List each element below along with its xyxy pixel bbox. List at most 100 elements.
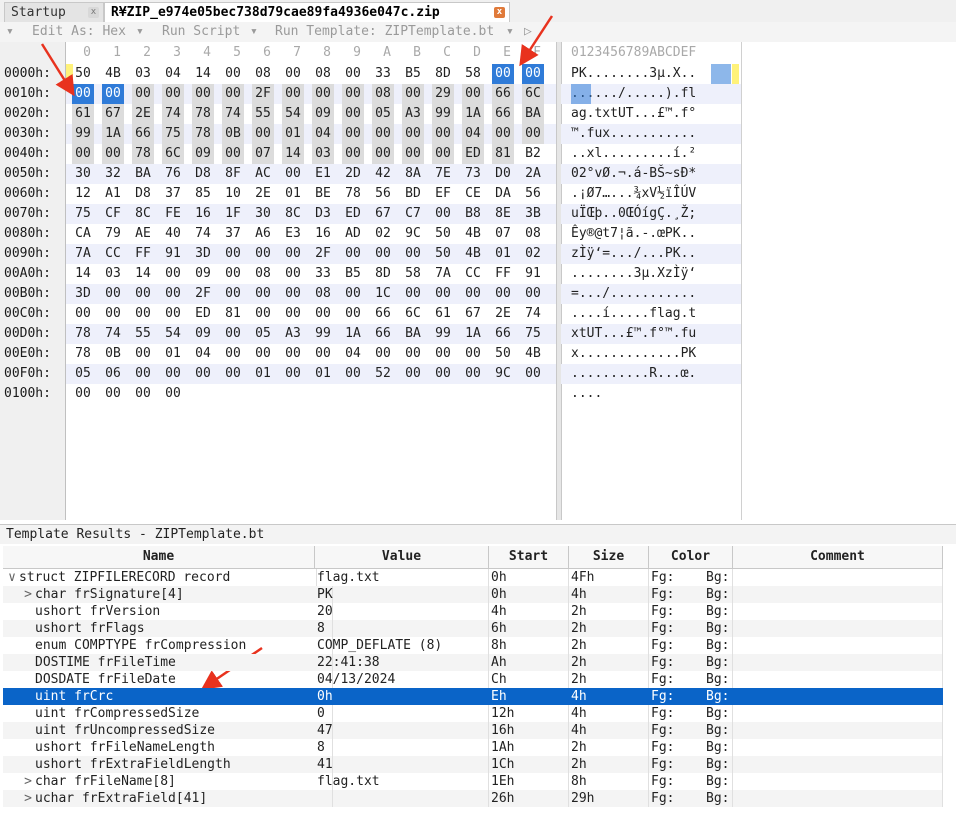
size-cell: 4h xyxy=(571,722,649,739)
size-cell: 2h xyxy=(571,756,649,773)
table-row[interactable]: ushort frVersion 20 4h 2h Fg: Bg: xyxy=(3,603,943,620)
start-cell: 26h xyxy=(491,790,569,807)
start-cell: Ch xyxy=(491,671,569,688)
chevron-right-icon[interactable]: > xyxy=(21,790,35,807)
color-cell[interactable]: Fg: Bg: xyxy=(651,586,733,603)
fg-label: Fg: xyxy=(651,740,675,755)
table-row[interactable]: ushort frExtraFieldLength 41 1Ch 2h Fg: Bg: xyxy=(3,756,943,773)
value-cell: PK xyxy=(317,586,489,603)
name-cell: > char frSignature[4] xyxy=(3,586,333,603)
table-row[interactable]: ushort frFlags 8 6h 2h Fg: Bg: xyxy=(3,620,943,637)
table-row[interactable]: > char frSignature[4] PK 0h 4h Fg: Bg: xyxy=(3,586,943,603)
field-name: uchar frExtraField[41] xyxy=(35,791,208,806)
field-name: DOSTIME frFileTime xyxy=(35,655,176,670)
fg-label: Fg: xyxy=(651,672,675,687)
column-header[interactable]: Name xyxy=(3,546,315,569)
start-cell: 12h xyxy=(491,705,569,722)
bg-label: Bg: xyxy=(706,638,730,653)
bg-label: Bg: xyxy=(706,604,730,619)
comment-cell xyxy=(733,705,943,722)
value-cell: 8 xyxy=(317,739,489,756)
fg-label: Fg: xyxy=(651,774,675,789)
table-row[interactable]: > uchar frExtraField[41] 26h 29h Fg: Bg: xyxy=(3,790,943,807)
color-cell[interactable]: Fg: Bg: xyxy=(651,722,733,739)
column-header[interactable]: Start xyxy=(489,546,569,569)
bg-label: Bg: xyxy=(706,621,730,636)
color-cell[interactable]: Fg: Bg: xyxy=(651,705,733,722)
color-cell[interactable]: Fg: Bg: xyxy=(651,603,733,620)
value-cell: flag.txt xyxy=(317,773,489,790)
bg-label: Bg: xyxy=(706,570,730,585)
color-cell[interactable]: Fg: Bg: xyxy=(651,790,733,807)
value-cell: 04/13/2024 xyxy=(317,671,489,688)
name-cell: uint frCrc xyxy=(3,688,333,705)
chevron-right-icon[interactable]: > xyxy=(21,773,35,790)
field-name: char frFileName[8] xyxy=(35,774,176,789)
table-row[interactable]: uint frCompressedSize 0 12h 4h Fg: Bg: xyxy=(3,705,943,722)
start-cell: 4h xyxy=(491,603,569,620)
name-cell: ushort frExtraFieldLength xyxy=(3,756,333,773)
field-name: ushort frVersion xyxy=(35,604,161,619)
table-row[interactable]: DOSTIME frFileTime 22:41:38 Ah 2h Fg: Bg: xyxy=(3,654,943,671)
bg-label: Bg: xyxy=(706,672,730,687)
size-cell: 4h xyxy=(571,586,649,603)
table-row[interactable]: enum COMPTYPE frCompression COMP_DEFLATE … xyxy=(3,637,943,654)
color-cell[interactable]: Fg: Bg: xyxy=(651,756,733,773)
bg-label: Bg: xyxy=(706,689,730,704)
table-row[interactable]: DOSDATE frFileDate 04/13/2024 Ch 2h Fg: Bg: xyxy=(3,671,943,688)
table-row[interactable]: uint frUncompressedSize 47 16h 4h Fg: Bg: xyxy=(3,722,943,739)
value-cell: 47 xyxy=(317,722,489,739)
bg-label: Bg: xyxy=(706,757,730,772)
name-cell: enum COMPTYPE frCompression xyxy=(3,637,333,654)
color-cell[interactable]: Fg: Bg: xyxy=(651,569,733,586)
bg-label: Bg: xyxy=(706,706,730,721)
value-cell: 0h xyxy=(317,688,489,705)
column-header[interactable]: Color xyxy=(649,546,733,569)
comment-cell xyxy=(733,773,943,790)
color-cell[interactable]: Fg: Bg: xyxy=(651,773,733,790)
color-cell[interactable]: Fg: Bg: xyxy=(651,620,733,637)
fg-label: Fg: xyxy=(651,723,675,738)
chevron-right-icon[interactable]: > xyxy=(21,586,35,603)
start-cell: 1Eh xyxy=(491,773,569,790)
field-name: struct ZIPFILERECORD record xyxy=(19,570,231,585)
table-row[interactable]: uint frCrc 0h Eh 4h Fg: Bg: xyxy=(3,688,943,705)
value-cell: COMP_DEFLATE (8) xyxy=(317,637,489,654)
column-header[interactable]: Value xyxy=(315,546,489,569)
column-header[interactable]: Size xyxy=(569,546,649,569)
start-cell: 1Ah xyxy=(491,739,569,756)
arrow-to-crc-bytes xyxy=(519,15,554,67)
fg-label: Fg: xyxy=(651,638,675,653)
field-name: uint frUncompressedSize xyxy=(35,723,216,738)
comment-cell xyxy=(733,586,943,603)
fg-label: Fg: xyxy=(651,706,675,721)
color-cell[interactable]: Fg: Bg: xyxy=(651,637,733,654)
color-cell[interactable]: Fg: Bg: xyxy=(651,654,733,671)
color-cell[interactable]: Fg: Bg: xyxy=(651,739,733,756)
start-cell: 8h xyxy=(491,637,569,654)
color-cell[interactable]: Fg: Bg: xyxy=(651,688,733,705)
field-name: ushort frExtraFieldLength xyxy=(35,757,231,772)
table-row[interactable]: ushort frFileNameLength 8 1Ah 2h Fg: Bg: xyxy=(3,739,943,756)
bg-label: Bg: xyxy=(706,587,730,602)
table-row[interactable]: ∨ struct ZIPFILERECORD record flag.txt 0h 4F… xyxy=(3,569,943,586)
comment-cell xyxy=(733,620,943,637)
name-cell: DOSTIME frFileTime xyxy=(3,654,333,671)
size-cell: 29h xyxy=(571,790,649,807)
field-name: ushort frFlags xyxy=(35,621,145,636)
value-cell: 8 xyxy=(317,620,489,637)
start-cell: Ah xyxy=(491,654,569,671)
value-cell: 22:41:38 xyxy=(317,654,489,671)
field-name: uint frCompressedSize xyxy=(35,706,200,721)
value-cell xyxy=(317,790,489,807)
table-row[interactable]: > char frFileName[8] flag.txt 1Eh 8h Fg: Bg: xyxy=(3,773,943,790)
size-cell: 2h xyxy=(571,739,649,756)
chevron-down-icon[interactable]: ∨ xyxy=(5,569,19,586)
value-cell: flag.txt xyxy=(317,569,489,586)
column-header[interactable]: Comment xyxy=(733,546,943,569)
fg-label: Fg: xyxy=(651,757,675,772)
field-name: ushort frFileNameLength xyxy=(35,740,216,755)
color-cell[interactable]: Fg: Bg: xyxy=(651,671,733,688)
name-cell: > char frFileName[8] xyxy=(3,773,333,790)
size-cell: 8h xyxy=(571,773,649,790)
